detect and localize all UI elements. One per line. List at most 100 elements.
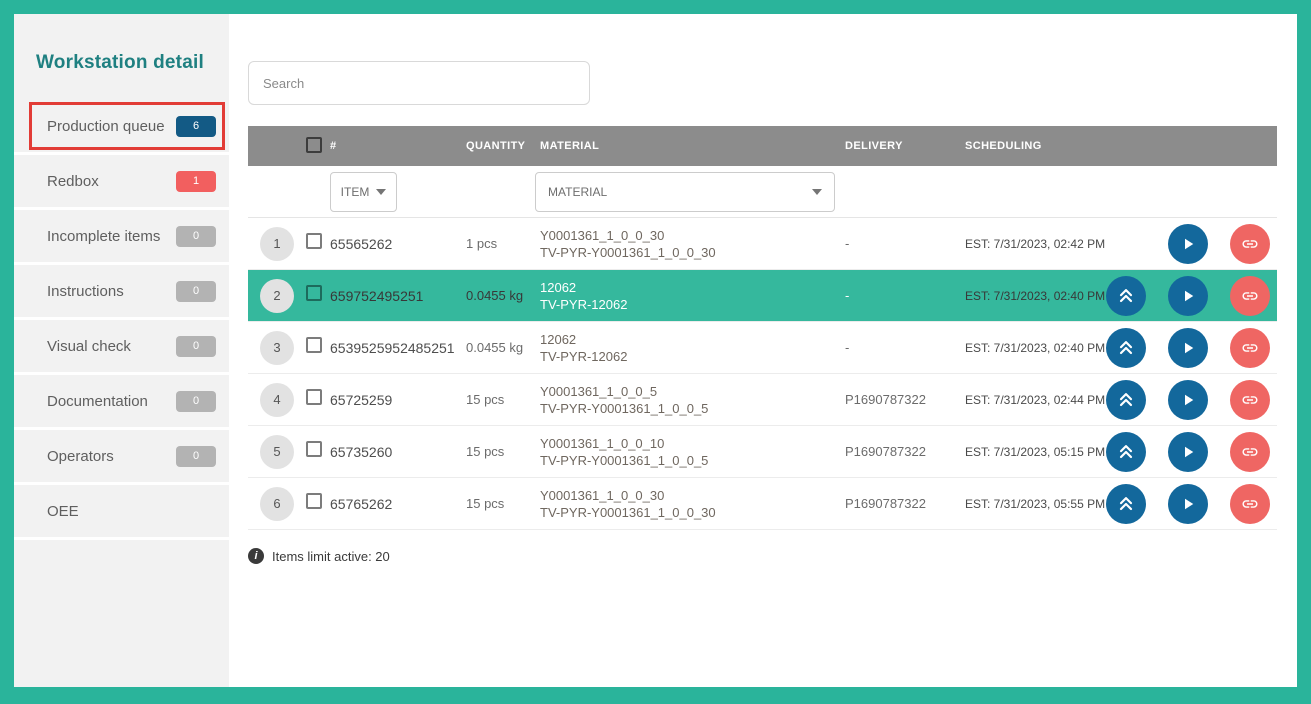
play-button[interactable]	[1168, 224, 1208, 264]
link-button[interactable]	[1230, 328, 1270, 368]
item-number: 65735260	[330, 444, 466, 460]
material-filter-dropdown[interactable]: MATERIAL	[535, 172, 835, 212]
search-input[interactable]	[248, 61, 590, 105]
quantity-value: 0.0455 kg	[466, 340, 540, 355]
table-row: 4 65725259 15 pcs Y0001361_1_0_0_5 TV-PY…	[248, 374, 1277, 426]
link-button[interactable]	[1230, 432, 1270, 472]
play-button[interactable]	[1168, 328, 1208, 368]
material-cell: 12062 TV-PYR-12062	[540, 279, 845, 313]
table-row: 6 65765262 15 pcs Y0001361_1_0_0_30 TV-P…	[248, 478, 1277, 530]
item-filter-label: ITEM	[341, 185, 370, 199]
item-filter-dropdown[interactable]: ITEM	[330, 172, 397, 212]
sidebar-item-label: Incomplete items	[47, 228, 176, 245]
chevron-down-icon	[376, 189, 386, 195]
select-all-checkbox[interactable]	[306, 137, 322, 153]
link-icon	[1241, 339, 1259, 357]
app-window: Workstation detail Production queue 6 Re…	[14, 14, 1297, 687]
scheduling-value: EST: 7/31/2023, 02:40 PM	[965, 341, 1106, 355]
scheduling-value: EST: 7/31/2023, 02:44 PM	[965, 393, 1106, 407]
material-code: 12062	[540, 279, 845, 296]
item-number: 65725259	[330, 392, 466, 408]
column-header-scheduling: SCHEDULING	[965, 140, 1106, 152]
sidebar-item-label: Redbox	[47, 173, 176, 190]
link-button[interactable]	[1230, 224, 1270, 264]
delivery-value: -	[845, 236, 965, 251]
link-icon	[1241, 443, 1259, 461]
material-code: Y0001361_1_0_0_30	[540, 487, 845, 504]
link-button[interactable]	[1230, 484, 1270, 524]
play-button[interactable]	[1168, 432, 1208, 472]
double-chevron-up-icon	[1116, 442, 1136, 462]
filter-row: ITEM MATERIAL	[248, 166, 1277, 218]
row-checkbox[interactable]	[306, 493, 322, 509]
move-to-top-button[interactable]	[1106, 484, 1146, 524]
quantity-value: 15 pcs	[466, 496, 540, 511]
play-icon	[1179, 339, 1197, 357]
sidebar-item-production-queue[interactable]: Production queue 6	[14, 100, 229, 155]
sidebar-item-badge: 0	[176, 446, 216, 467]
row-number-badge: 1	[260, 227, 294, 261]
item-number: 659752495251	[330, 288, 466, 304]
sidebar-item-badge: 0	[176, 226, 216, 247]
sidebar-item-label: OEE	[47, 503, 216, 520]
info-icon: i	[248, 548, 264, 564]
table-row: 5 65735260 15 pcs Y0001361_1_0_0_10 TV-P…	[248, 426, 1277, 478]
sidebar-item-incomplete-items[interactable]: Incomplete items 0	[14, 210, 229, 265]
row-checkbox[interactable]	[306, 441, 322, 457]
material-name: TV-PYR-12062	[540, 348, 845, 365]
play-button[interactable]	[1168, 484, 1208, 524]
play-icon	[1179, 443, 1197, 461]
material-code: 12062	[540, 331, 845, 348]
play-button[interactable]	[1168, 276, 1208, 316]
link-icon	[1241, 287, 1259, 305]
move-to-top-button[interactable]	[1106, 328, 1146, 368]
sidebar-item-instructions[interactable]: Instructions 0	[14, 265, 229, 320]
column-header-delivery: DELIVERY	[845, 140, 965, 152]
row-checkbox[interactable]	[306, 337, 322, 353]
chevron-down-icon	[812, 189, 822, 195]
move-to-top-button[interactable]	[1106, 276, 1146, 316]
sidebar-item-label: Visual check	[47, 338, 176, 355]
delivery-value: P1690787322	[845, 496, 965, 511]
sidebar-item-redbox[interactable]: Redbox 1	[14, 155, 229, 210]
material-code: Y0001361_1_0_0_5	[540, 383, 845, 400]
move-to-top-button[interactable]	[1106, 380, 1146, 420]
column-header-quantity: QUANTITY	[466, 140, 540, 152]
move-to-top-button[interactable]	[1106, 432, 1146, 472]
sidebar-item-label: Production queue	[47, 118, 176, 135]
row-number-badge: 2	[260, 279, 294, 313]
material-name: TV-PYR-Y0001361_1_0_0_30	[540, 244, 845, 261]
link-button[interactable]	[1230, 276, 1270, 316]
sidebar-item-label: Documentation	[47, 393, 176, 410]
table-row: 3 6539525952485251 0.0455 kg 12062 TV-PY…	[248, 322, 1277, 374]
sidebar-item-operators[interactable]: Operators 0	[14, 430, 229, 485]
row-number-badge: 6	[260, 487, 294, 521]
row-checkbox[interactable]	[306, 233, 322, 249]
row-number-badge: 5	[260, 435, 294, 469]
sidebar-item-badge: 0	[176, 281, 216, 302]
row-checkbox[interactable]	[306, 389, 322, 405]
quantity-value: 15 pcs	[466, 392, 540, 407]
row-number-badge: 4	[260, 383, 294, 417]
scheduling-value: EST: 7/31/2023, 02:40 PM	[965, 289, 1106, 303]
double-chevron-up-icon	[1116, 286, 1136, 306]
sidebar-item-documentation[interactable]: Documentation 0	[14, 375, 229, 430]
sidebar-item-oee[interactable]: OEE	[14, 485, 229, 540]
sidebar-item-badge: 6	[176, 116, 216, 137]
link-icon	[1241, 391, 1259, 409]
double-chevron-up-icon	[1116, 494, 1136, 514]
quantity-value: 15 pcs	[466, 444, 540, 459]
material-cell: Y0001361_1_0_0_30 TV-PYR-Y0001361_1_0_0_…	[540, 487, 845, 521]
sidebar-nav: Production queue 6 Redbox 1 Incomplete i…	[14, 100, 229, 540]
delivery-value: P1690787322	[845, 444, 965, 459]
table-body: 1 65565262 1 pcs Y0001361_1_0_0_30 TV-PY…	[248, 218, 1277, 530]
items-limit-text: Items limit active: 20	[272, 549, 390, 564]
sidebar-item-visual-check[interactable]: Visual check 0	[14, 320, 229, 375]
row-checkbox[interactable]	[306, 285, 322, 301]
link-button[interactable]	[1230, 380, 1270, 420]
quantity-value: 1 pcs	[466, 236, 540, 251]
scheduling-value: EST: 7/31/2023, 02:42 PM	[965, 237, 1106, 251]
material-cell: Y0001361_1_0_0_5 TV-PYR-Y0001361_1_0_0_5	[540, 383, 845, 417]
play-button[interactable]	[1168, 380, 1208, 420]
items-limit-note: i Items limit active: 20	[248, 548, 1277, 564]
